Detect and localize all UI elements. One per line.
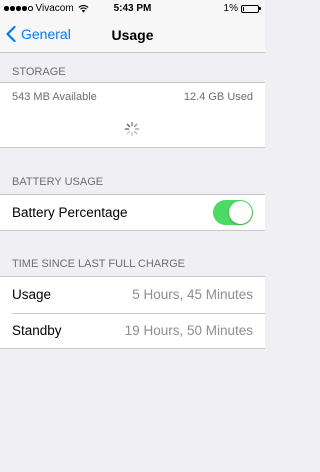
standby-label: Standby xyxy=(12,323,62,338)
battery-usage-header: BATTERY USAGE xyxy=(12,176,104,188)
standby-row: Standby 19 Hours, 50 Minutes xyxy=(0,313,265,349)
status-bar: Vivacom 5:43 PM 1% xyxy=(0,0,265,18)
time-since-charge-group: Usage 5 Hours, 45 Minutes Standby 19 Hou… xyxy=(0,276,265,349)
time-since-charge-header: TIME SINCE LAST FULL CHARGE xyxy=(12,258,185,270)
storage-available: 543 MB Available xyxy=(12,91,97,103)
battery-percentage-toggle[interactable] xyxy=(213,200,253,225)
usage-row: Usage 5 Hours, 45 Minutes xyxy=(0,277,265,313)
usage-label: Usage xyxy=(12,287,52,302)
battery-level xyxy=(243,6,244,11)
storage-used: 12.4 GB Used xyxy=(183,91,253,103)
storage-summary-row: 543 MB Available 12.4 GB Used xyxy=(0,83,265,113)
standby-value: 19 Hours, 50 Minutes xyxy=(124,323,253,338)
battery-percentage-label: Battery Percentage xyxy=(12,205,128,220)
storage-header: STORAGE xyxy=(12,66,66,78)
loading-spinner-icon xyxy=(124,121,140,137)
storage-group: 543 MB Available 12.4 GB Used xyxy=(0,82,265,112)
battery-percent: 1% xyxy=(223,3,238,14)
battery-icon xyxy=(241,4,261,13)
battery-usage-group: Battery Percentage xyxy=(0,194,265,231)
battery-percentage-row: Battery Percentage xyxy=(0,195,265,231)
usage-value: 5 Hours, 45 Minutes xyxy=(132,287,253,302)
toggle-knob xyxy=(229,201,252,224)
storage-loading-row xyxy=(0,111,265,148)
status-right: 1% xyxy=(223,3,261,14)
navigation-bar: General Usage xyxy=(0,18,265,53)
page-title: Usage xyxy=(111,27,154,43)
